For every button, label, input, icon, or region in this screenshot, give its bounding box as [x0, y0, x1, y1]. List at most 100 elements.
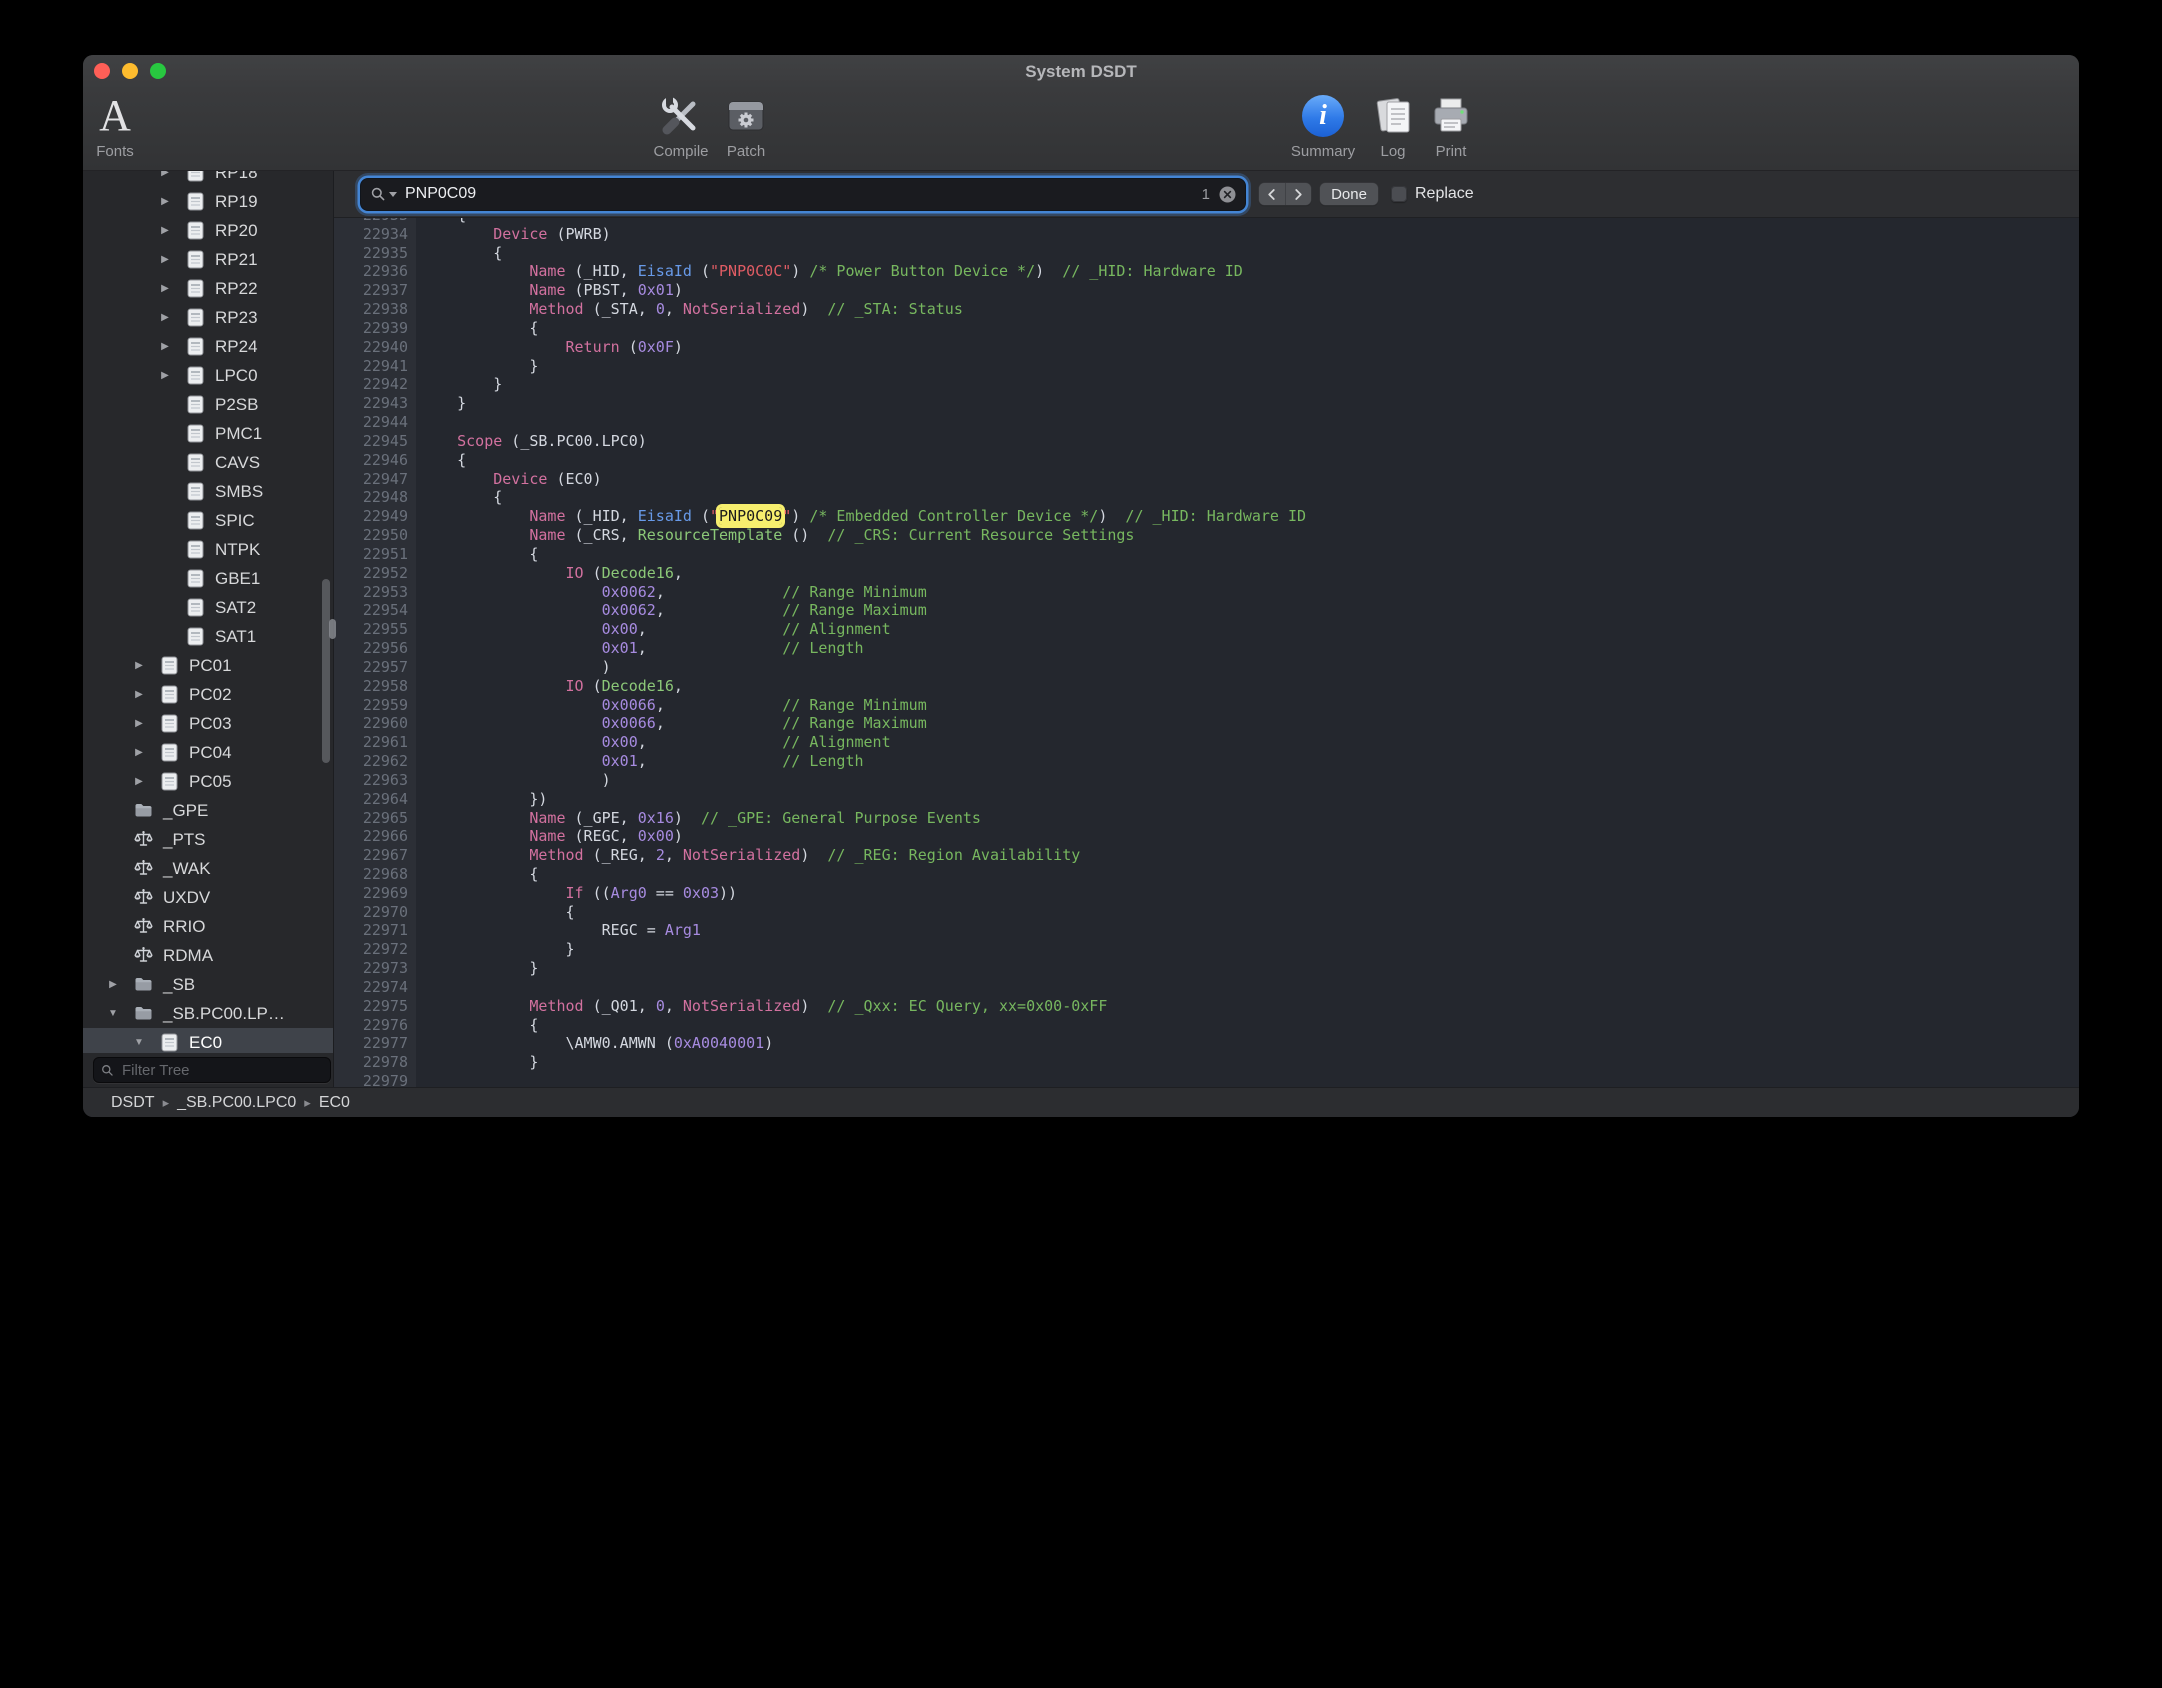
sidebar-item-pc05[interactable]: ▶PC05 — [83, 767, 333, 796]
sidebar-item-rp18[interactable]: ▶RP18 — [83, 171, 333, 187]
sidebar-item-pmc1[interactable]: PMC1 — [83, 419, 333, 448]
sidebar-item-label: SPIC — [215, 511, 255, 531]
done-button[interactable]: Done — [1320, 183, 1378, 205]
disclosure-triangle[interactable]: ▶ — [153, 283, 177, 294]
search-match-highlight: PNP0C09 — [719, 507, 782, 525]
sidebar-item-pc01[interactable]: ▶ PC01 — [83, 651, 333, 680]
sidebar-item-rp22[interactable]: ▶RP22 — [83, 274, 333, 303]
breadcrumb-item[interactable]: _SB.PC00.LPC0 — [177, 1094, 296, 1111]
line-number: 22944 — [334, 413, 408, 432]
sidebar-item-wak[interactable]: _WAK — [83, 854, 333, 883]
sidebar-item-ntpk[interactable]: NTPK — [83, 535, 333, 564]
device-icon — [185, 365, 207, 386]
sidebar-tree[interactable]: ▶RP18▶RP19▶RP20▶RP21▶RP22▶RP23▶RP24▶LPC0… — [83, 171, 333, 1053]
disclosure-triangle[interactable]: ▶ — [153, 171, 177, 178]
filter-tree-input[interactable] — [120, 1061, 323, 1080]
sidebar-item-gpe[interactable]: _GPE — [83, 796, 333, 825]
code-line: 0x01, // Length — [421, 639, 1306, 658]
disclosure-triangle[interactable]: ▼ — [127, 1037, 151, 1048]
match-count: 1 — [1202, 186, 1210, 203]
code-editor[interactable]: 2293322934229352293622937229382293922940… — [334, 218, 2079, 1087]
filter-tree-field[interactable] — [93, 1057, 331, 1083]
sidebar-item-lpc0[interactable]: ▶LPC0 — [83, 361, 333, 390]
disclosure-triangle[interactable]: ▶ — [153, 225, 177, 236]
sidebar-item-gbe1[interactable]: GBE1 — [83, 564, 333, 593]
sidebar-item-sat1[interactable]: SAT1 — [83, 622, 333, 651]
line-number: 22979 — [334, 1072, 408, 1087]
sidebar-item-rp20[interactable]: ▶RP20 — [83, 216, 333, 245]
sidebar-item-sb-pc00-lp[interactable]: ▼_SB.PC00.LP… — [83, 999, 333, 1028]
disclosure-triangle[interactable]: ▶ — [127, 689, 151, 700]
code-line: IO (Decode16, — [421, 564, 1306, 583]
sidebar-item-rp24[interactable]: ▶RP24 — [83, 332, 333, 361]
device-icon — [185, 423, 207, 444]
find-field[interactable]: 1 — [361, 179, 1245, 210]
breadcrumb-item[interactable]: EC0 — [319, 1094, 350, 1111]
code-line — [421, 1072, 1306, 1087]
disclosure-triangle[interactable]: ▶ — [127, 747, 151, 758]
replace-option: Replace — [1391, 185, 1474, 203]
disclosure-triangle[interactable]: ▶ — [127, 660, 151, 671]
sidebar-item-label: RP21 — [215, 250, 258, 270]
clear-search-icon[interactable] — [1219, 186, 1236, 203]
replace-checkbox[interactable] — [1391, 186, 1407, 202]
disclosure-triangle[interactable]: ▼ — [101, 1008, 125, 1019]
device-icon — [185, 249, 207, 270]
sidebar-item-smbs[interactable]: SMBS — [83, 477, 333, 506]
sidebar-item-p2sb[interactable]: P2SB — [83, 390, 333, 419]
sidebar-item-uxdv[interactable]: UXDV — [83, 883, 333, 912]
sidebar-item-rdma[interactable]: RDMA — [83, 941, 333, 970]
device-icon — [159, 771, 181, 792]
patch-button[interactable]: Patch — [691, 92, 801, 160]
sidebar-item-pc03[interactable]: ▶PC03 — [83, 709, 333, 738]
next-match-button[interactable] — [1285, 183, 1312, 205]
disclosure-triangle[interactable]: ▶ — [127, 776, 151, 787]
code-line: Name (_HID, EisaId ("PNP0C09") /* Embedd… — [421, 507, 1306, 526]
disclosure-triangle[interactable]: ▶ — [153, 370, 177, 381]
disclosure-triangle[interactable]: ▶ — [127, 718, 151, 729]
sidebar-item-label: PC01 — [189, 656, 232, 676]
fonts-button[interactable]: A Fonts — [83, 92, 170, 160]
device-icon — [159, 1032, 181, 1053]
sidebar-item-rp21[interactable]: ▶ RP21 — [83, 245, 333, 274]
disclosure-triangle[interactable]: ▶ — [153, 341, 177, 352]
sidebar-item-sat2[interactable]: SAT2 — [83, 593, 333, 622]
previous-match-button[interactable] — [1259, 183, 1285, 205]
sidebar-item-pc02[interactable]: ▶PC02 — [83, 680, 333, 709]
code-line: IO (Decode16, — [421, 677, 1306, 696]
line-number: 22951 — [334, 545, 408, 564]
sidebar-item-label: _SB — [163, 975, 195, 995]
sidebar-scrollbar[interactable] — [322, 579, 330, 763]
sidebar-item-pc04[interactable]: ▶PC04 — [83, 738, 333, 767]
disclosure-triangle[interactable]: ▶ — [101, 979, 125, 990]
line-number-gutter: 2293322934229352293622937229382293922940… — [334, 218, 416, 1087]
print-button[interactable]: Print — [1396, 92, 1506, 160]
sidebar-item-label: _GPE — [163, 801, 208, 821]
line-number: 22960 — [334, 714, 408, 733]
sidebar-item-sb[interactable]: ▶ _SB — [83, 970, 333, 999]
line-number: 22972 — [334, 940, 408, 959]
sidebar-item-rp23[interactable]: ▶RP23 — [83, 303, 333, 332]
search-menu-icon[interactable] — [370, 186, 397, 203]
line-number: 22941 — [334, 357, 408, 376]
sidebar-item-pts[interactable]: _PTS — [83, 825, 333, 854]
splitter-handle[interactable] — [329, 619, 336, 639]
sidebar-item-ec0[interactable]: ▼EC0 — [83, 1028, 333, 1053]
code-content[interactable]: { Device (PWRB) { Name (_HID, EisaId ("P… — [416, 218, 1306, 1087]
sidebar-item-rp19[interactable]: ▶RP19 — [83, 187, 333, 216]
find-input[interactable] — [403, 184, 1196, 204]
disclosure-triangle[interactable]: ▶ — [153, 196, 177, 207]
line-number: 22952 — [334, 564, 408, 583]
sidebar-item-cavs[interactable]: CAVS — [83, 448, 333, 477]
line-number: 22969 — [334, 884, 408, 903]
code-line: }) — [421, 790, 1306, 809]
sidebar-item-rrio[interactable]: RRIO — [83, 912, 333, 941]
main-content: ▶RP18▶RP19▶RP20▶RP21▶RP22▶RP23▶RP24▶LPC0… — [83, 171, 2079, 1087]
line-number: 22942 — [334, 375, 408, 394]
disclosure-triangle[interactable]: ▶ — [153, 312, 177, 323]
code-line: 0x01, // Length — [421, 752, 1306, 771]
sidebar-item-spic[interactable]: SPIC — [83, 506, 333, 535]
line-number: 22949 — [334, 507, 408, 526]
breadcrumb-item[interactable]: DSDT — [111, 1094, 155, 1111]
disclosure-triangle[interactable]: ▶ — [153, 254, 177, 265]
